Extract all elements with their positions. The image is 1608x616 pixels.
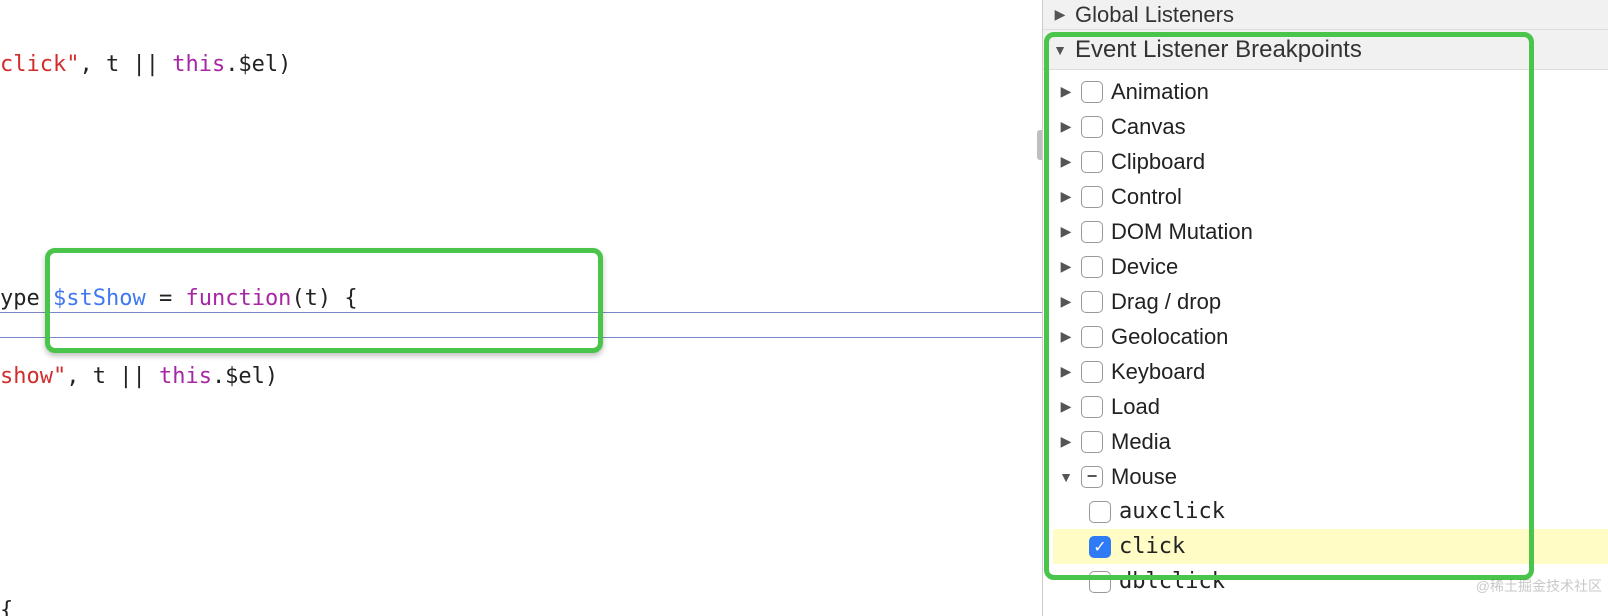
checkbox-unchecked[interactable] bbox=[1081, 431, 1103, 453]
mouse-event-click[interactable]: ✓ click bbox=[1053, 529, 1608, 564]
category-mouse[interactable]: ▼ − Mouse bbox=[1053, 459, 1608, 494]
checkbox-unchecked[interactable] bbox=[1081, 151, 1103, 173]
category-label: DOM Mutation bbox=[1111, 219, 1253, 245]
code-token: = bbox=[146, 286, 186, 311]
caret-right-icon: ▶ bbox=[1059, 293, 1073, 310]
code-token: .$el) bbox=[225, 52, 291, 77]
code-token: .$el) bbox=[212, 364, 278, 389]
code-token: show" bbox=[0, 364, 66, 389]
event-label: click bbox=[1119, 534, 1185, 559]
caret-right-icon: ▶ bbox=[1053, 6, 1067, 23]
checkbox-unchecked[interactable] bbox=[1081, 116, 1103, 138]
checkbox-unchecked[interactable] bbox=[1089, 501, 1111, 523]
code-token: , t || bbox=[66, 364, 159, 389]
category-animation[interactable]: ▶ Animation bbox=[1053, 74, 1608, 109]
debugger-side-panel: ▶ Global Listeners ▼ Event Listener Brea… bbox=[1042, 0, 1608, 616]
caret-right-icon: ▶ bbox=[1059, 188, 1073, 205]
section-title: Global Listeners bbox=[1075, 2, 1234, 28]
category-dom-mutation[interactable]: ▶ DOM Mutation bbox=[1053, 214, 1608, 249]
category-media[interactable]: ▶ Media bbox=[1053, 424, 1608, 459]
category-label: Animation bbox=[1111, 79, 1209, 105]
code-token: this bbox=[172, 52, 225, 77]
code-editor-pane[interactable]: click", t || this.$el) ype.$stShow = fun… bbox=[0, 0, 1042, 616]
caret-right-icon: ▶ bbox=[1059, 118, 1073, 135]
section-header-event-listener-breakpoints[interactable]: ▼ Event Listener Breakpoints bbox=[1043, 30, 1608, 70]
watermark: @稀土掘金技术社区 bbox=[1476, 576, 1602, 596]
checkbox-unchecked[interactable] bbox=[1081, 221, 1103, 243]
event-label: auxclick bbox=[1119, 499, 1225, 524]
code-token: click" bbox=[0, 52, 79, 77]
category-load[interactable]: ▶ Load bbox=[1053, 389, 1608, 424]
category-label: Drag / drop bbox=[1111, 289, 1221, 315]
checkbox-unchecked[interactable] bbox=[1089, 571, 1111, 593]
category-label: Keyboard bbox=[1111, 359, 1205, 385]
caret-right-icon: ▶ bbox=[1059, 433, 1073, 450]
checkbox-indeterminate[interactable]: − bbox=[1081, 466, 1103, 488]
category-clipboard[interactable]: ▶ Clipboard bbox=[1053, 144, 1608, 179]
category-device[interactable]: ▶ Device bbox=[1053, 249, 1608, 284]
category-label: Canvas bbox=[1111, 114, 1186, 140]
caret-right-icon: ▶ bbox=[1059, 258, 1073, 275]
caret-down-icon: ▼ bbox=[1053, 42, 1067, 58]
caret-right-icon: ▶ bbox=[1059, 328, 1073, 345]
checkbox-unchecked[interactable] bbox=[1081, 326, 1103, 348]
caret-right-icon: ▶ bbox=[1059, 83, 1073, 100]
category-label: Control bbox=[1111, 184, 1182, 210]
category-label: Load bbox=[1111, 394, 1160, 420]
caret-right-icon: ▶ bbox=[1059, 398, 1073, 415]
checkbox-unchecked[interactable] bbox=[1081, 186, 1103, 208]
code-token: , t || bbox=[79, 52, 172, 77]
category-geolocation[interactable]: ▶ Geolocation bbox=[1053, 319, 1608, 354]
section-header-global-listeners[interactable]: ▶ Global Listeners bbox=[1043, 0, 1608, 30]
code-token: this bbox=[159, 364, 212, 389]
code-token: (t) { bbox=[291, 286, 357, 311]
event-listener-breakpoints-tree: ▶ Animation ▶ Canvas ▶ Clipboard ▶ Contr… bbox=[1043, 70, 1608, 603]
category-drag-drop[interactable]: ▶ Drag / drop bbox=[1053, 284, 1608, 319]
category-keyboard[interactable]: ▶ Keyboard bbox=[1053, 354, 1608, 389]
checkbox-unchecked[interactable] bbox=[1081, 256, 1103, 278]
event-label: dblclick bbox=[1119, 569, 1225, 594]
caret-right-icon: ▶ bbox=[1059, 223, 1073, 240]
section-title: Event Listener Breakpoints bbox=[1075, 36, 1362, 64]
mouse-event-auxclick[interactable]: auxclick bbox=[1053, 494, 1608, 529]
code-token: ype bbox=[0, 286, 40, 311]
category-control[interactable]: ▶ Control bbox=[1053, 179, 1608, 214]
category-label: Device bbox=[1111, 254, 1178, 280]
category-label: Clipboard bbox=[1111, 149, 1205, 175]
category-label: Geolocation bbox=[1111, 324, 1228, 350]
code-token: function bbox=[185, 286, 291, 311]
checkbox-checked[interactable]: ✓ bbox=[1089, 536, 1111, 558]
category-label: Mouse bbox=[1111, 464, 1177, 490]
category-canvas[interactable]: ▶ Canvas bbox=[1053, 109, 1608, 144]
code-token: { bbox=[0, 598, 13, 616]
code-token: .$stShow bbox=[40, 286, 146, 311]
caret-right-icon: ▶ bbox=[1059, 153, 1073, 170]
checkbox-unchecked[interactable] bbox=[1081, 291, 1103, 313]
caret-down-icon: ▼ bbox=[1059, 469, 1073, 485]
checkbox-unchecked[interactable] bbox=[1081, 81, 1103, 103]
checkbox-unchecked[interactable] bbox=[1081, 396, 1103, 418]
caret-right-icon: ▶ bbox=[1059, 363, 1073, 380]
category-label: Media bbox=[1111, 429, 1171, 455]
checkbox-unchecked[interactable] bbox=[1081, 361, 1103, 383]
